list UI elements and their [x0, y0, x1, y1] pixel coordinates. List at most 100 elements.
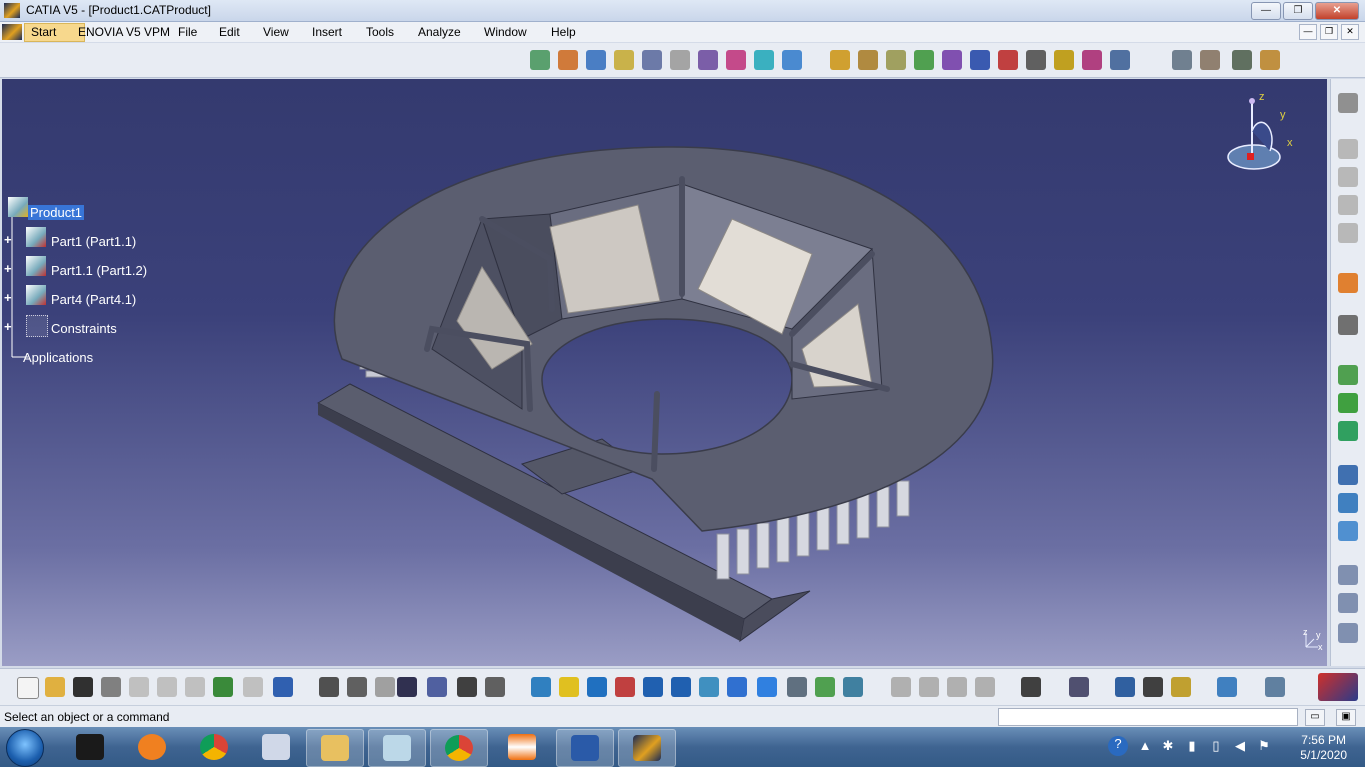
explode-icon[interactable] [698, 50, 718, 70]
insert-icon[interactable] [914, 50, 934, 70]
network-signal-icon[interactable]: ▮ [1184, 738, 1200, 754]
task-vlc[interactable] [494, 729, 550, 765]
formula-icon[interactable] [319, 677, 339, 697]
task-file-explorer[interactable] [306, 729, 364, 767]
gear-icon[interactable] [1338, 315, 1358, 335]
update-icon[interactable] [754, 50, 774, 70]
camera-icon[interactable] [1021, 677, 1041, 697]
replace-icon[interactable] [942, 50, 962, 70]
volume-icon[interactable]: ◀ [1232, 738, 1248, 754]
zoom-out-icon[interactable] [671, 677, 691, 697]
task-uc-browser[interactable] [124, 729, 180, 765]
expand-constraints-icon[interactable]: + [4, 319, 12, 334]
action-center-icon[interactable]: ⚑ [1256, 738, 1272, 754]
minimize-button[interactable]: — [1251, 2, 1281, 20]
menu-file[interactable]: File [178, 25, 197, 39]
scene-icon[interactable] [1054, 50, 1074, 70]
print-icon[interactable] [101, 677, 121, 697]
command-input[interactable] [998, 708, 1298, 726]
sketch-icon[interactable] [1338, 195, 1358, 215]
capture-icon[interactable] [1069, 677, 1089, 697]
restore-button[interactable]: ❐ [1283, 2, 1313, 20]
measure-between-icon[interactable] [1115, 677, 1135, 697]
catalog-browser-icon[interactable] [427, 677, 447, 697]
status-button-2[interactable]: ▣ [1336, 709, 1356, 726]
generate-numbering-icon[interactable] [998, 50, 1018, 70]
flag-note-icon[interactable] [1338, 623, 1358, 643]
help-tray-icon[interactable]: ? [1108, 736, 1128, 756]
assembly-model[interactable] [2, 79, 1327, 666]
copy-icon[interactable] [157, 677, 177, 697]
multi-view-icon[interactable] [727, 677, 747, 697]
material-icon[interactable] [1265, 677, 1285, 697]
ungroup-icon[interactable] [975, 677, 995, 697]
show-hidden-icons-icon[interactable]: ▲ [1137, 738, 1153, 754]
sketch-icon[interactable] [1338, 223, 1358, 243]
measure-icon[interactable] [1172, 50, 1192, 70]
replace-component-icon[interactable] [1338, 493, 1358, 513]
menu-window[interactable]: Window [484, 25, 527, 39]
expand-part1-1-icon[interactable]: + [4, 261, 12, 276]
menu-insert[interactable]: Insert [312, 25, 342, 39]
fit-all-icon[interactable] [559, 677, 579, 697]
windows-start-button[interactable] [6, 729, 44, 767]
parameters-icon[interactable] [485, 677, 505, 697]
component-icon[interactable] [558, 50, 578, 70]
new-product-icon[interactable] [1338, 393, 1358, 413]
group-icon[interactable] [947, 677, 967, 697]
close-button[interactable]: ✕ [1315, 2, 1359, 20]
tray-clock[interactable]: 7:56 PM 5/1/2020 [1300, 733, 1347, 763]
doc-restore-button[interactable]: ❐ [1320, 24, 1338, 40]
doc-minimize-button[interactable]: — [1299, 24, 1317, 40]
snap-icon[interactable] [670, 50, 690, 70]
annotation-icon[interactable] [1338, 565, 1358, 585]
expand-part1-icon[interactable]: + [4, 232, 12, 247]
split-icon[interactable] [891, 677, 911, 697]
hide-show-icon[interactable] [815, 677, 835, 697]
menu-start[interactable]: Start [24, 23, 86, 42]
menu-tools[interactable]: Tools [366, 25, 394, 39]
lightbulb-icon[interactable] [375, 677, 395, 697]
fly-mode-icon[interactable] [531, 677, 551, 697]
new-file-icon[interactable] [17, 677, 39, 699]
menu-edit[interactable]: Edit [219, 25, 240, 39]
3d-viewport[interactable]: Product1 + Part1 (Part1.1) + Part1.1 (Pa… [2, 79, 1327, 666]
wizard-icon[interactable] [1260, 50, 1280, 70]
existing-component-icon[interactable] [1338, 465, 1358, 485]
gear-icon[interactable] [1338, 93, 1358, 113]
measure-item-icon[interactable] [1143, 677, 1163, 697]
table-icon[interactable] [397, 677, 417, 697]
constraint-icon[interactable] [782, 50, 802, 70]
pan-icon[interactable] [587, 677, 607, 697]
gear-icon[interactable] [830, 50, 850, 70]
undo-icon[interactable] [213, 677, 233, 697]
bill-of-material-icon[interactable] [1082, 50, 1102, 70]
forward-icon[interactable] [919, 677, 939, 697]
compass[interactable] [1220, 91, 1310, 186]
shading-icon[interactable] [787, 677, 807, 697]
save-icon[interactable] [73, 677, 93, 697]
menu-analyze[interactable]: Analyze [418, 25, 461, 39]
zoom-in-icon[interactable] [643, 677, 663, 697]
lock-icon[interactable] [457, 677, 477, 697]
task-word[interactable] [556, 729, 614, 767]
eraser-icon[interactable] [1217, 677, 1237, 697]
normal-view-icon[interactable] [699, 677, 719, 697]
product-icon[interactable] [586, 50, 606, 70]
doc-close-button[interactable]: ✕ [1341, 24, 1359, 40]
bluetooth-icon[interactable]: ✱ [1160, 738, 1176, 754]
manipulate-icon[interactable] [642, 50, 662, 70]
device-icon[interactable]: ▯ [1208, 738, 1224, 754]
swap-space-icon[interactable] [843, 677, 863, 697]
clash-icon[interactable] [726, 50, 746, 70]
task-chrome[interactable] [186, 729, 242, 765]
rotate-icon[interactable] [615, 677, 635, 697]
tools-icon[interactable] [1232, 50, 1252, 70]
status-button-1[interactable]: ▭ [1305, 709, 1325, 726]
gear-options-icon[interactable] [886, 50, 906, 70]
task-notepad[interactable] [368, 729, 426, 767]
task-snipping-tool[interactable] [248, 729, 304, 765]
expand-part4-icon[interactable]: + [4, 290, 12, 305]
catia-menu-icon[interactable] [2, 24, 22, 40]
new-component-icon[interactable] [1338, 365, 1358, 385]
